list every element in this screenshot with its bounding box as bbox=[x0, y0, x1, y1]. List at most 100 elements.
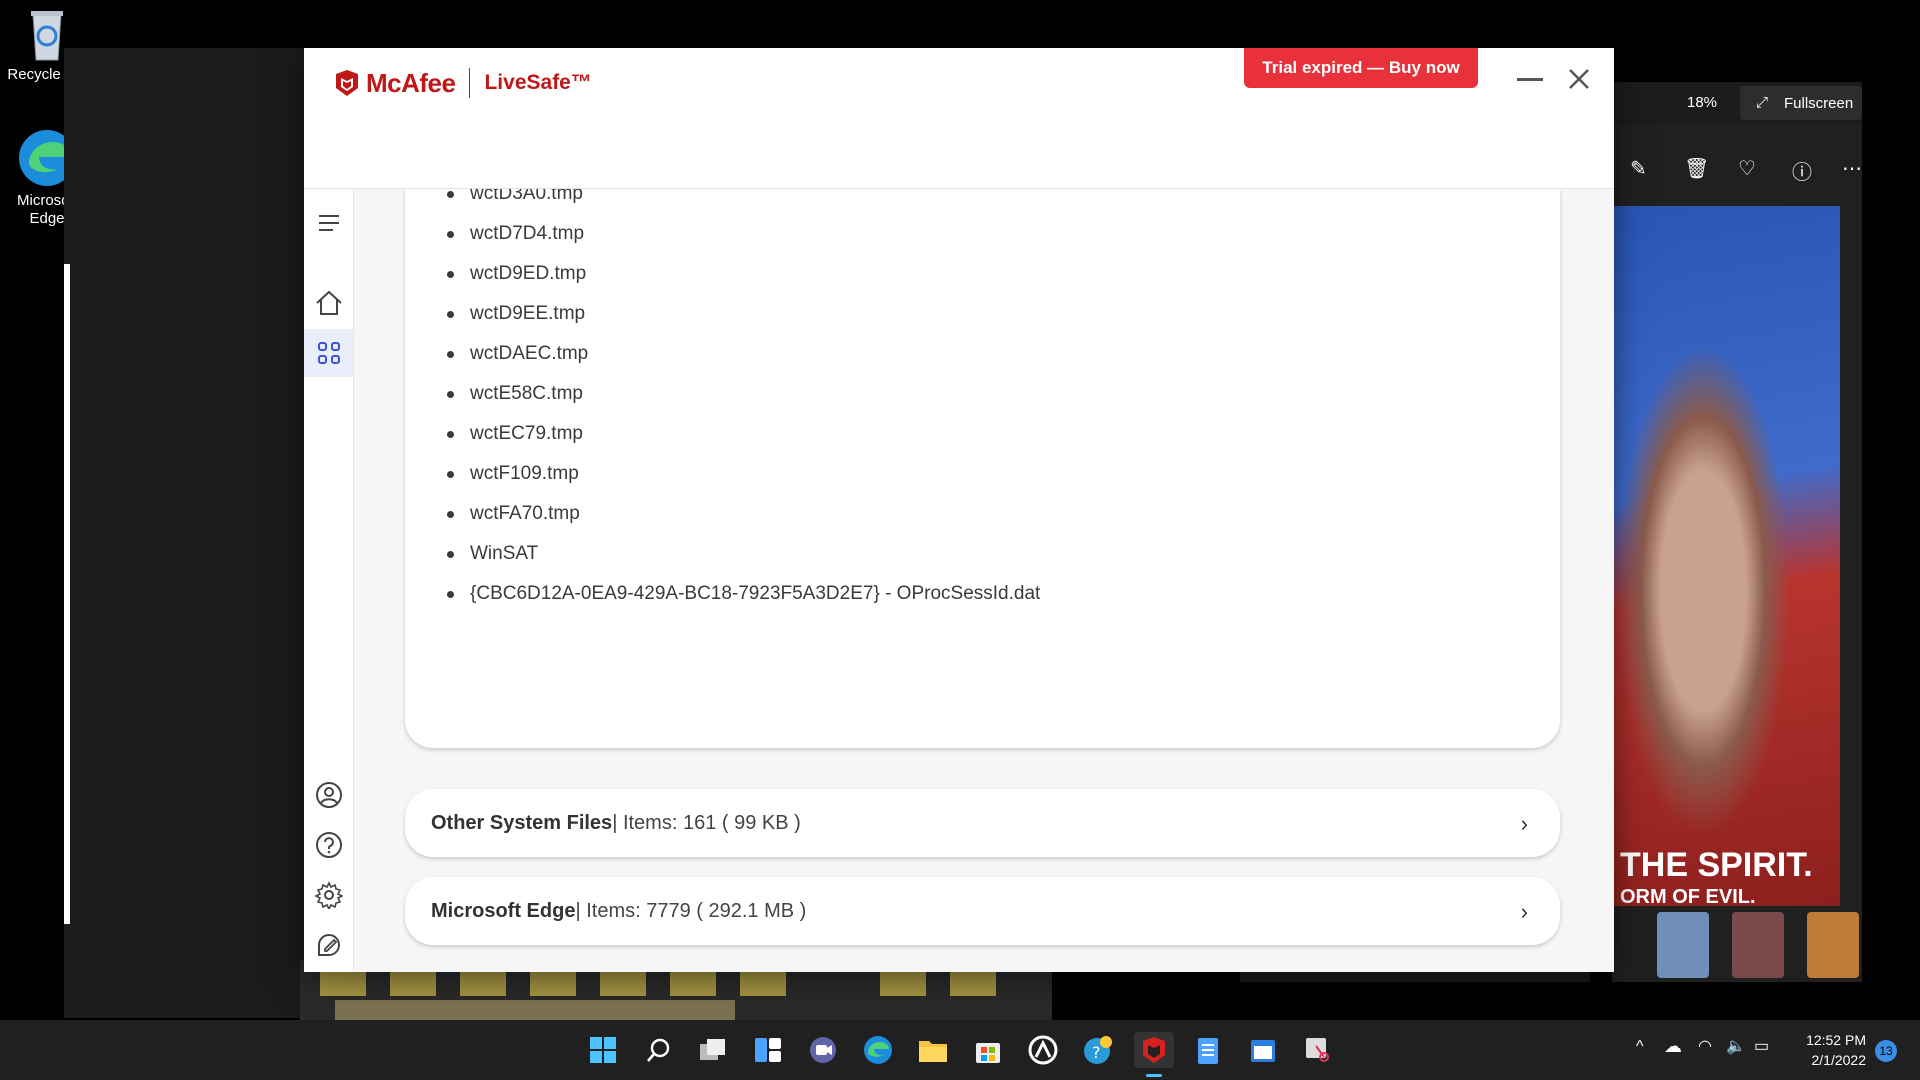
app-sidebar bbox=[304, 189, 354, 972]
sidebar-item-apps[interactable] bbox=[304, 329, 353, 377]
grid-icon bbox=[317, 342, 340, 364]
app-header: McAfee LiveSafe™ Trial expired — Buy now bbox=[304, 48, 1614, 189]
brand-name: McAfee bbox=[366, 67, 456, 98]
mcafee-logo: McAfee LiveSafe™ bbox=[334, 68, 592, 98]
logo-divider bbox=[469, 68, 471, 98]
photos-toolbar: ✎ 🗑 ♡ ⓘ ⋯ bbox=[1612, 152, 1862, 192]
onedrive-icon[interactable]: ☁ bbox=[1664, 1036, 1682, 1057]
wifi-icon[interactable]: ◠ bbox=[1698, 1036, 1712, 1056]
svg-text:?: ? bbox=[1092, 1043, 1101, 1062]
category-microsoft-edge[interactable]: Microsoft Edge| Items: 7779 ( 292.1 MB )… bbox=[405, 877, 1560, 945]
close-icon bbox=[1569, 69, 1589, 89]
category-other-system-files[interactable]: Other System Files| Items: 161 ( 99 KB )… bbox=[405, 789, 1560, 857]
file-item: wctD7D4.tmp bbox=[447, 214, 1040, 254]
battery-icon[interactable]: ▭ bbox=[1754, 1036, 1769, 1056]
gear-icon bbox=[314, 881, 343, 909]
taskbar-clock[interactable]: 12:52 PM 2/1/2022 bbox=[1800, 1030, 1866, 1070]
category-name: Other System Files bbox=[431, 812, 613, 834]
chevron-right-icon: › bbox=[1520, 811, 1528, 836]
volume-icon[interactable]: 🔈 bbox=[1726, 1036, 1746, 1056]
delete-icon[interactable]: 🗑 bbox=[1684, 156, 1709, 181]
taskbar-store[interactable] bbox=[970, 1032, 1006, 1068]
fullscreen-button[interactable]: ⤢ Fullscreen bbox=[1740, 86, 1862, 120]
taskbar-help-app[interactable]: ? bbox=[1080, 1032, 1116, 1068]
thumbnail[interactable] bbox=[1732, 912, 1784, 978]
hamburger-icon bbox=[318, 215, 339, 231]
sidebar-item-account[interactable] bbox=[304, 771, 353, 819]
thumbnail[interactable] bbox=[1807, 912, 1859, 978]
category-label: Microsoft Edge| Items: 7779 ( 292.1 MB ) bbox=[431, 900, 806, 923]
taskbar-notepad[interactable] bbox=[1190, 1032, 1226, 1068]
clock-time: 12:52 PM bbox=[1806, 1032, 1866, 1048]
buy-now-button[interactable]: Trial expired — Buy now bbox=[1244, 48, 1478, 88]
notepad-icon bbox=[1198, 1038, 1218, 1064]
fullscreen-label: Fullscreen bbox=[1784, 95, 1854, 112]
category-name: Microsoft Edge bbox=[431, 900, 576, 922]
taskbar-search[interactable] bbox=[640, 1032, 676, 1068]
start-button[interactable] bbox=[585, 1032, 621, 1068]
get-help-icon: ? bbox=[1084, 1036, 1112, 1064]
photo-thumbnails bbox=[1612, 912, 1862, 982]
category-label: Other System Files| Items: 161 ( 99 KB ) bbox=[431, 812, 801, 835]
file-item: wctDAEC.tmp bbox=[447, 334, 1040, 374]
file-item: wctD3A0.tmp bbox=[447, 189, 1040, 214]
taskbar-task-view[interactable] bbox=[695, 1032, 731, 1068]
home-icon bbox=[315, 290, 342, 315]
heart-icon[interactable]: ♡ bbox=[1738, 156, 1756, 181]
expand-icon: ⤢ bbox=[1756, 94, 1769, 111]
chevron-up-icon[interactable]: ^ bbox=[1636, 1038, 1644, 1056]
sidebar-item-feedback[interactable] bbox=[304, 921, 353, 969]
minimize-icon bbox=[1517, 78, 1543, 81]
minimize-button[interactable] bbox=[1510, 62, 1550, 96]
sidebar-item-settings[interactable] bbox=[304, 871, 353, 919]
mcafee-window: McAfee LiveSafe™ Trial expired — Buy now bbox=[304, 48, 1614, 972]
taskbar-snipping-tool[interactable] bbox=[1300, 1032, 1336, 1068]
thumbnail[interactable] bbox=[1657, 912, 1709, 978]
clock-date: 2/1/2022 bbox=[1811, 1052, 1867, 1068]
notification-badge[interactable]: 13 bbox=[1875, 1040, 1897, 1062]
main-content: wctD3A0.tmp wctD7D4.tmp wctD9ED.tmp wctD… bbox=[354, 189, 1614, 972]
taskbar-edge[interactable] bbox=[860, 1032, 896, 1068]
taskbar-calendar[interactable] bbox=[1245, 1032, 1281, 1068]
taskbar-teams-chat[interactable] bbox=[805, 1032, 841, 1068]
calendar-icon bbox=[1251, 1040, 1275, 1062]
taskbar-file-explorer[interactable] bbox=[915, 1032, 951, 1068]
file-item: wctD9ED.tmp bbox=[447, 254, 1040, 294]
category-meta: | Items: 161 ( 99 KB ) bbox=[612, 812, 801, 834]
chevron-right-icon: › bbox=[1520, 899, 1528, 924]
file-item: WinSAT bbox=[447, 534, 1040, 574]
zoom-level: 18% bbox=[1687, 94, 1718, 111]
chat-icon bbox=[810, 1037, 836, 1063]
info-icon[interactable]: ⓘ bbox=[1792, 156, 1812, 185]
file-list: wctD3A0.tmp wctD7D4.tmp wctD9ED.tmp wctD… bbox=[447, 189, 1040, 614]
sidebar-item-help[interactable] bbox=[304, 821, 353, 869]
recycle-bin-icon bbox=[25, 8, 69, 62]
snipping-icon bbox=[1306, 1038, 1329, 1062]
photos-top-bar: 18% ⤢ Fullscreen bbox=[1612, 82, 1862, 124]
taskbar-mcafee[interactable] bbox=[1134, 1032, 1174, 1077]
close-button[interactable] bbox=[1559, 62, 1599, 96]
poster-text: THE SPIRIT. bbox=[1620, 846, 1813, 884]
poster-text: ORM OF EVIL. bbox=[1620, 886, 1756, 908]
active-indicator bbox=[1146, 1074, 1162, 1077]
photos-viewer-window: 18% ⤢ Fullscreen ✎ 🗑 ♡ ⓘ ⋯ THE SPIRIT. O… bbox=[1612, 82, 1862, 982]
taskbar-app[interactable] bbox=[1025, 1032, 1061, 1068]
help-icon bbox=[315, 832, 342, 858]
menu-button[interactable] bbox=[304, 199, 353, 247]
widgets-icon bbox=[755, 1038, 781, 1062]
feedback-icon bbox=[317, 934, 340, 956]
more-icon[interactable]: ⋯ bbox=[1842, 156, 1862, 181]
photo-image: THE SPIRIT. ORM OF EVIL. bbox=[1612, 206, 1840, 908]
file-list-card: wctD3A0.tmp wctD7D4.tmp wctD9ED.tmp wctD… bbox=[405, 189, 1560, 748]
sidebar-item-home[interactable] bbox=[304, 279, 353, 327]
taskbar-widgets[interactable] bbox=[750, 1032, 786, 1068]
app-icon bbox=[1028, 1035, 1058, 1065]
file-item: {CBC6D12A-0EA9-429A-BC18-7923F5A3D2E7} -… bbox=[447, 574, 1040, 614]
file-item: wctF109.tmp bbox=[447, 454, 1040, 494]
search-icon bbox=[647, 1038, 670, 1062]
background-image-strip bbox=[335, 1000, 735, 1020]
edit-icon[interactable]: ✎ bbox=[1630, 156, 1647, 181]
windows-icon bbox=[590, 1037, 616, 1063]
file-item: wctE58C.tmp bbox=[447, 374, 1040, 414]
file-item: wctD9EE.tmp bbox=[447, 294, 1040, 334]
